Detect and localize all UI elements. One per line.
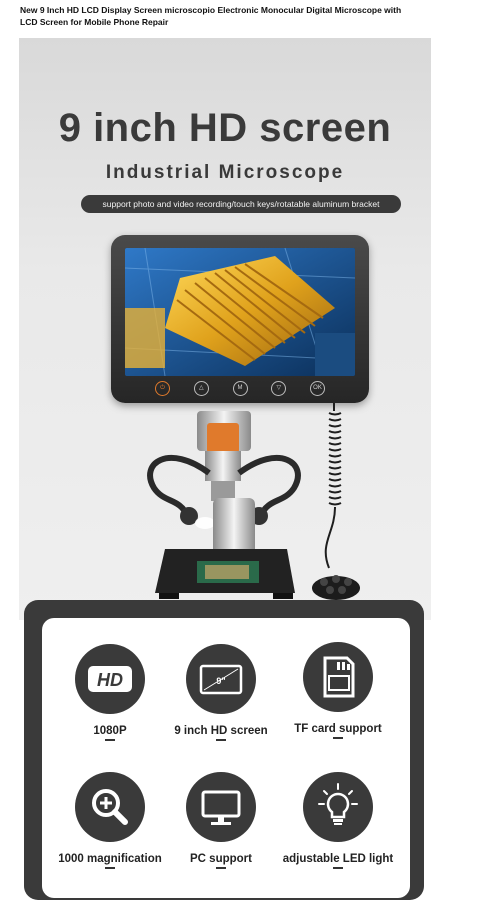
monitor-icon — [186, 772, 256, 842]
bulb-icon — [303, 772, 373, 842]
hd-icon-text: HD — [97, 670, 123, 690]
feature-9-inch-screen: 9" 9 inch HD screen — [163, 644, 279, 741]
divider — [333, 867, 343, 869]
feature-pc-support: PC support — [163, 772, 279, 869]
screen-size-icon: 9" — [186, 644, 256, 714]
microscope-display — [125, 248, 355, 376]
microscope-screen-frame: ⏻ △ M ▽ OK — [111, 235, 369, 403]
banner-headline: 9 inch HD screen — [58, 106, 392, 150]
ok-key-icon: OK — [310, 380, 325, 396]
feature-label: adjustable LED light — [282, 853, 394, 865]
feature-label: PC support — [190, 853, 252, 865]
divider — [105, 867, 115, 869]
divider — [105, 739, 115, 741]
feature-label: TF card support — [294, 723, 382, 735]
divider — [333, 737, 343, 739]
microscope-stand-illustration — [147, 403, 360, 600]
feature-label: 9 inch HD screen — [174, 725, 268, 737]
power-key-icon: ⏻ — [155, 380, 170, 396]
feature-tf-card: TF card support — [280, 642, 396, 739]
divider — [216, 867, 226, 869]
product-title: New 9 Inch HD LCD Display Screen microsc… — [20, 5, 402, 27]
features-pill: support photo and video recording/touch … — [81, 195, 401, 213]
screen-touch-keys: ⏻ △ M ▽ OK — [155, 380, 325, 396]
up-key-icon: △ — [193, 380, 209, 396]
divider — [216, 739, 226, 741]
menu-key-icon: M — [232, 380, 248, 396]
feature-label: 1080P — [93, 725, 127, 737]
feature-led-light: adjustable LED light — [280, 772, 396, 869]
magnifier-icon — [75, 772, 145, 842]
feature-1080p: HD 1080P — [52, 644, 168, 741]
feature-label: 1000 magnification — [58, 853, 162, 865]
product-banner-image: 9 inch HD screen Industrial Microscope s… — [19, 38, 431, 620]
feature-magnification: 1000 magnification — [52, 772, 168, 869]
hd-icon: HD — [75, 644, 145, 714]
sd-card-icon — [303, 642, 373, 712]
screen-size-icon-text: 9" — [216, 676, 225, 686]
down-key-icon: ▽ — [271, 380, 287, 396]
banner-subhead: Industrial Microscope — [105, 162, 345, 183]
